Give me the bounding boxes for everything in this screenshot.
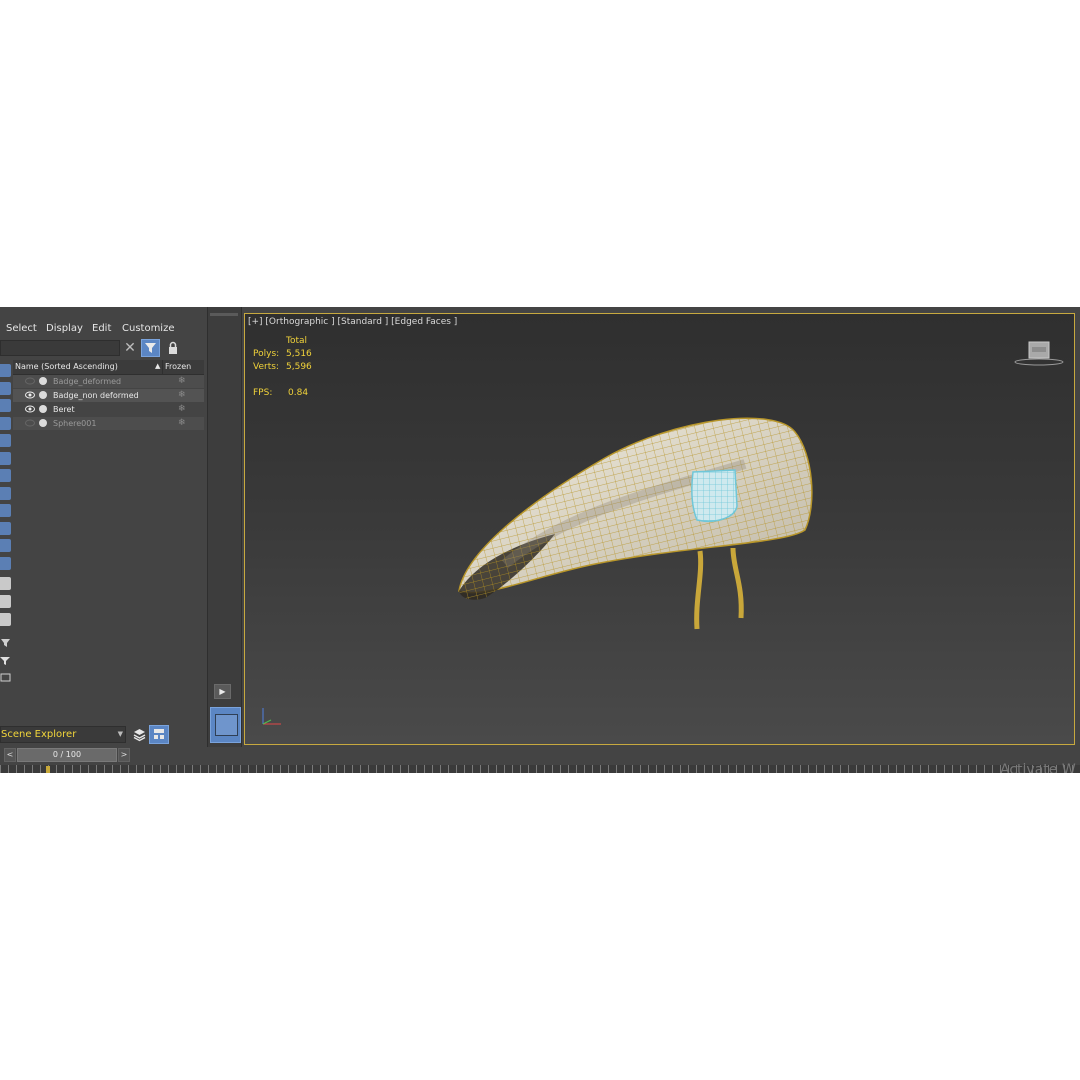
stats-polys-label: Polys: bbox=[253, 349, 280, 359]
stats-fps-value: 0.84 bbox=[288, 388, 309, 398]
list-item[interactable]: Sphere001 ❄ bbox=[13, 417, 204, 430]
eye-icon[interactable] bbox=[25, 391, 35, 399]
snowflake-icon[interactable]: ❄ bbox=[178, 376, 186, 386]
display-dependents-icon[interactable] bbox=[0, 613, 11, 626]
list-item[interactable]: Badge_non deformed ❄ bbox=[13, 389, 204, 402]
beret-model[interactable] bbox=[445, 394, 825, 654]
column-name-header[interactable]: Name (Sorted Ascending) bbox=[15, 362, 118, 371]
snowflake-icon[interactable]: ❄ bbox=[178, 404, 186, 414]
layers-button[interactable] bbox=[131, 726, 148, 743]
scene-explorer-list: Name (Sorted Ascending) ▲ Frozen Badge_d… bbox=[13, 360, 204, 433]
display-bones-icon[interactable] bbox=[0, 504, 11, 517]
display-geometry-icon[interactable] bbox=[0, 364, 11, 377]
render-dot-icon[interactable] bbox=[39, 405, 47, 413]
list-item[interactable]: Badge_deformed ❄ bbox=[13, 375, 204, 388]
stats-polys-value: 5,516 bbox=[286, 349, 312, 359]
viewport-layout-button[interactable] bbox=[210, 707, 241, 743]
menu-edit[interactable]: Edit bbox=[92, 323, 111, 334]
activate-windows-watermark: Activate W bbox=[1000, 762, 1076, 773]
filter-toggle-button[interactable] bbox=[141, 339, 160, 357]
hierarchy-icon bbox=[154, 729, 164, 739]
menu-select[interactable]: Select bbox=[6, 323, 37, 334]
explorer-dropdown-label: Scene Explorer bbox=[1, 729, 77, 740]
display-hidden-icon[interactable] bbox=[0, 557, 11, 570]
hidden-eye-icon[interactable] bbox=[25, 419, 35, 427]
lock-button[interactable] bbox=[165, 340, 181, 356]
stats-total-header: Total bbox=[286, 336, 308, 346]
render-dot-icon[interactable] bbox=[39, 377, 47, 385]
list-item-label: Badge_deformed bbox=[53, 377, 122, 386]
axis-tripod-icon bbox=[262, 708, 281, 725]
list-item-label: Beret bbox=[53, 405, 75, 414]
play-button[interactable]: ▶ bbox=[214, 684, 231, 699]
stats-verts-label: Verts: bbox=[253, 362, 279, 372]
column-frozen-label: Frozen bbox=[165, 362, 192, 371]
list-item-label: Badge_non deformed bbox=[53, 391, 139, 400]
display-particles-icon[interactable] bbox=[0, 539, 11, 552]
panel-grip[interactable] bbox=[210, 313, 238, 316]
display-children-icon[interactable] bbox=[0, 577, 11, 590]
snowflake-icon[interactable]: ❄ bbox=[178, 418, 186, 428]
render-dot-icon[interactable] bbox=[39, 391, 47, 399]
sort-by-hierarchy-button[interactable] bbox=[149, 725, 169, 744]
clear-icon[interactable]: ✕ bbox=[122, 340, 138, 356]
list-header: Name (Sorted Ascending) ▲ Frozen bbox=[13, 360, 204, 375]
display-helpers-icon[interactable] bbox=[0, 434, 11, 447]
lock-icon bbox=[169, 341, 177, 354]
stats-verts-value: 5,596 bbox=[286, 362, 312, 372]
sort-arrow-icon: ▲ bbox=[155, 362, 161, 370]
viewport-label-menu[interactable]: [+] [Orthographic ] [Standard ] [Edged F… bbox=[248, 317, 457, 327]
explorer-toolstrip bbox=[0, 362, 12, 682]
display-groups-icon[interactable] bbox=[0, 469, 11, 482]
snowflake-icon[interactable]: ❄ bbox=[178, 390, 186, 400]
column-frozen-header[interactable]: Frozen bbox=[162, 360, 205, 374]
perspective-viewport[interactable]: [+] [Orthographic ] [Standard ] [Edged F… bbox=[244, 313, 1075, 745]
layers-icon bbox=[133, 729, 146, 742]
filter-icon bbox=[145, 343, 156, 353]
explorer-select-dropdown[interactable]: Scene Explorer ▼ bbox=[0, 726, 126, 743]
current-frame-marker bbox=[46, 766, 50, 773]
side-panel-separator bbox=[207, 307, 242, 747]
previous-frame-button[interactable]: < bbox=[4, 748, 16, 762]
display-influences-icon[interactable] bbox=[0, 595, 11, 608]
display-cameras-icon[interactable] bbox=[0, 417, 11, 430]
viewcube-icon[interactable] bbox=[1013, 338, 1065, 368]
chevron-down-icon: ▼ bbox=[117, 730, 123, 738]
time-slider[interactable]: 0 / 100 bbox=[17, 748, 117, 762]
search-input[interactable] bbox=[0, 340, 120, 356]
display-spacewarps-icon[interactable] bbox=[0, 452, 11, 465]
display-containers-icon[interactable] bbox=[0, 522, 11, 535]
display-xrefs-icon[interactable] bbox=[0, 487, 11, 500]
stats-fps-label: FPS: bbox=[253, 388, 273, 398]
filter-funnel-icon[interactable] bbox=[0, 652, 11, 665]
display-shapes-icon[interactable] bbox=[0, 382, 11, 395]
menu-bar: Select Display Edit Customize bbox=[0, 320, 206, 338]
list-item[interactable]: Beret ❄ bbox=[13, 403, 204, 416]
menu-customize[interactable]: Customize bbox=[122, 323, 175, 334]
select-all-icon[interactable] bbox=[0, 634, 11, 647]
eye-icon[interactable] bbox=[25, 405, 35, 413]
next-frame-button[interactable]: > bbox=[118, 748, 130, 762]
time-slider-bar: < 0 / 100 > bbox=[0, 747, 1080, 764]
hidden-eye-icon[interactable] bbox=[25, 377, 35, 385]
render-dot-icon[interactable] bbox=[39, 419, 47, 427]
folder-icon[interactable] bbox=[0, 669, 11, 682]
list-item-label: Sphere001 bbox=[53, 419, 97, 428]
app-window: Select Display Edit Customize ✕ Name (So… bbox=[0, 307, 1080, 773]
track-bar[interactable] bbox=[0, 765, 1080, 773]
display-lights-icon[interactable] bbox=[0, 399, 11, 412]
menu-display[interactable]: Display bbox=[46, 323, 83, 334]
